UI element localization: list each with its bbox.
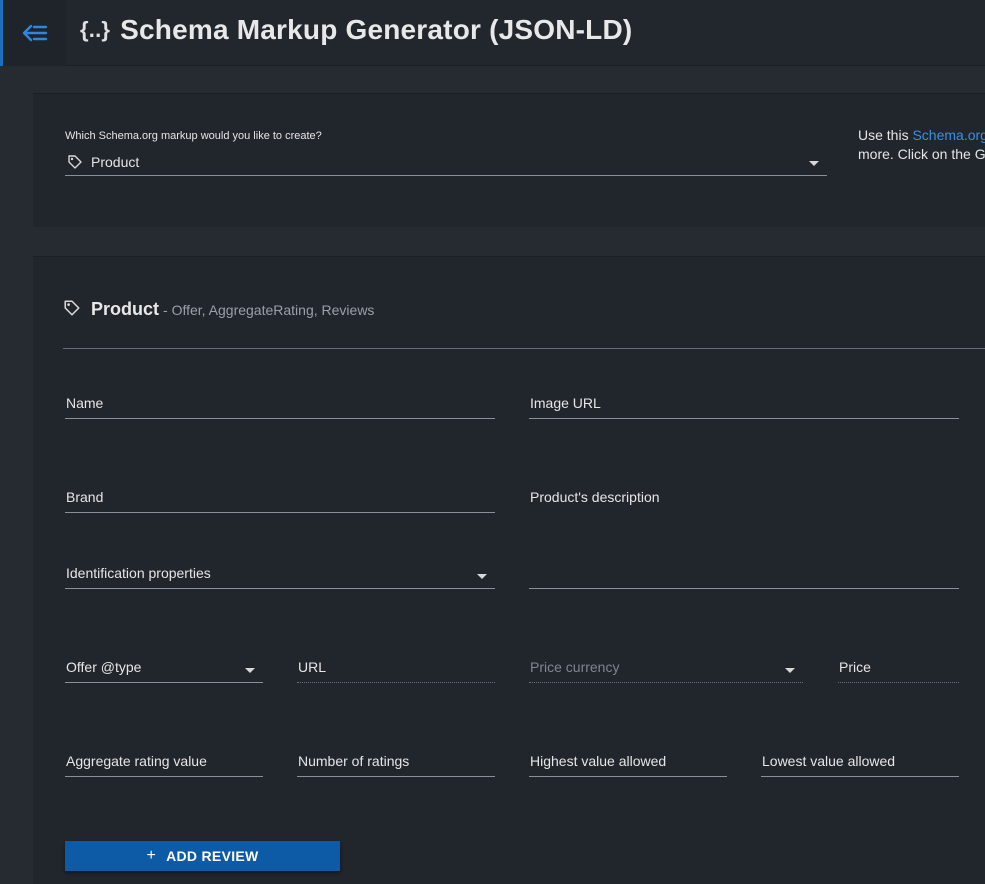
price-currency-select[interactable]: Price currency: [529, 657, 803, 683]
price-field[interactable]: Price: [838, 657, 959, 683]
worst-rating-field[interactable]: Lowest value allowed: [761, 751, 959, 777]
collapse-arrow-icon: [22, 24, 47, 42]
offer-type-label: Offer @type: [66, 659, 142, 675]
chevron-down-icon: [809, 161, 819, 166]
plus-icon: +: [146, 847, 157, 864]
brand-field[interactable]: Brand: [65, 487, 495, 513]
worst-rating-label: Lowest value allowed: [762, 753, 896, 769]
add-review-button[interactable]: + ADD REVIEW: [65, 841, 340, 871]
rating-value-label: Aggregate rating value: [66, 753, 207, 769]
rating-count-field[interactable]: Number of ratings: [297, 751, 495, 777]
section-divider: [63, 348, 985, 349]
best-rating-label: Highest value allowed: [530, 753, 667, 769]
info-text: Use this Schema.org more. Click on the G: [858, 126, 985, 164]
section-title: Product: [91, 299, 160, 319]
product-form-card: Product - Offer, AggregateRating, Review…: [33, 256, 985, 884]
tag-icon: [64, 300, 80, 316]
chevron-down-icon: [245, 668, 255, 673]
name-field[interactable]: Name: [65, 393, 495, 419]
chevron-down-icon: [785, 668, 795, 673]
schema-org-link[interactable]: Schema.org: [912, 127, 985, 143]
back-button[interactable]: [0, 0, 66, 66]
top-bar: {..} Schema Markup Generator (JSON-LD): [0, 0, 985, 66]
image-url-field[interactable]: Image URL: [529, 393, 959, 419]
page-title-text: Schema Markup Generator (JSON-LD): [120, 14, 633, 45]
image-url-label: Image URL: [530, 395, 601, 411]
name-label: Name: [66, 395, 104, 411]
section-subtitle: - Offer, AggregateRating, Reviews: [163, 302, 375, 318]
schema-type-card: Which Schema.org markup would you like t…: [33, 93, 985, 227]
identification-select[interactable]: Identification properties: [65, 563, 495, 589]
section-header: Product - Offer, AggregateRating, Review…: [63, 297, 374, 320]
price-currency-label: Price currency: [530, 659, 620, 675]
rating-value-field[interactable]: Aggregate rating value: [65, 751, 263, 777]
tag-icon: [68, 155, 82, 169]
schema-type-label: Which Schema.org markup would you like t…: [65, 130, 322, 142]
identification-label: Identification properties: [66, 565, 211, 581]
info-text-line2: more. Click on the G: [858, 146, 985, 162]
info-text-prefix: Use this: [858, 127, 913, 143]
description-label: Product's description: [530, 489, 660, 505]
page-title: {..} Schema Markup Generator (JSON-LD): [80, 14, 632, 46]
schema-type-value: Product: [91, 154, 140, 170]
description-textarea[interactable]: Product's description: [529, 487, 959, 589]
price-label: Price: [839, 659, 871, 675]
add-review-label: ADD REVIEW: [166, 848, 259, 864]
schema-type-select[interactable]: Product: [65, 152, 827, 176]
brand-label: Brand: [66, 489, 104, 505]
offer-url-field[interactable]: URL: [297, 657, 495, 683]
best-rating-field[interactable]: Highest value allowed: [529, 751, 727, 777]
chevron-down-icon: [477, 574, 487, 579]
rating-count-label: Number of ratings: [298, 753, 410, 769]
offer-type-select[interactable]: Offer @type: [65, 657, 263, 683]
offer-url-label: URL: [298, 659, 327, 675]
code-braces-icon: {..}: [80, 17, 111, 42]
